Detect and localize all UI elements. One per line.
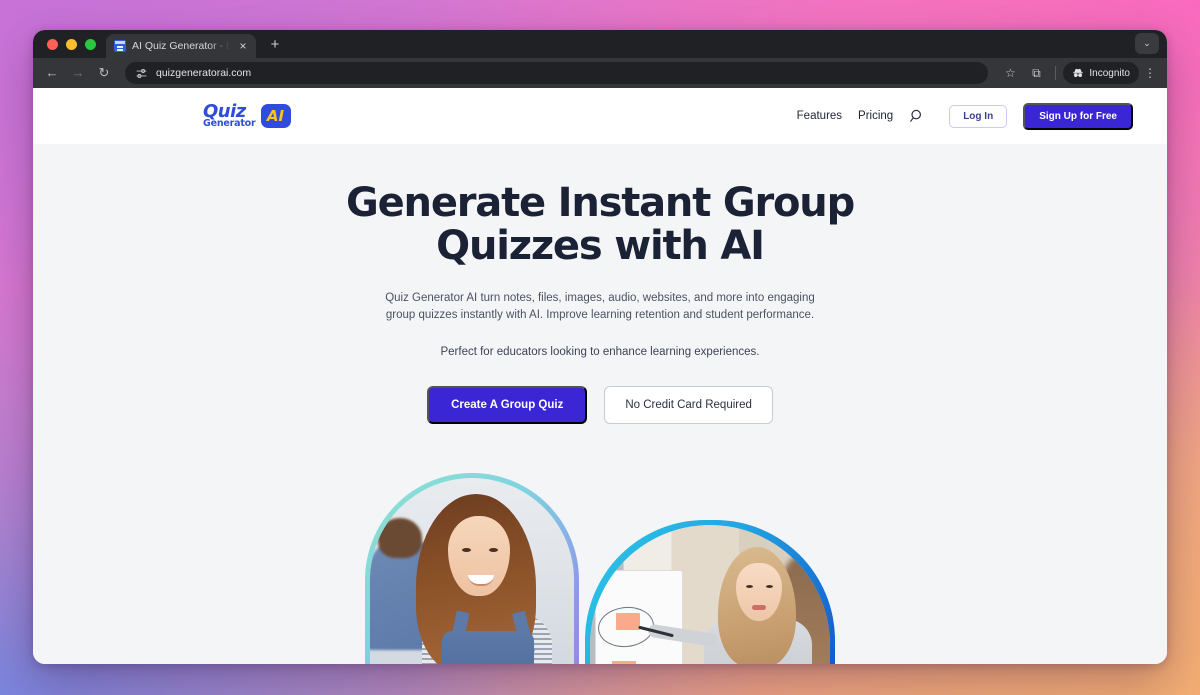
incognito-hat-icon	[1073, 68, 1084, 78]
hero-photo-teacher-image	[590, 524, 830, 664]
site-nav: Features Pricing Log In Sign Up for Free	[797, 102, 1133, 130]
logo-ai-badge: AI	[260, 104, 291, 128]
browser-toolbar: ← → ↻ quizgeneratorai.com ☆ ⧉ Incognito …	[33, 58, 1167, 88]
hero-section: Generate Instant Group Quizzes with AI Q…	[33, 144, 1167, 664]
forward-button[interactable]: →	[67, 62, 89, 84]
browser-window: AI Quiz Generator - Free AI Q × + ⌄ ← → …	[33, 30, 1167, 664]
student-overalls-shape	[442, 630, 534, 664]
site-header: Quiz Generator AI Features Pricing Log I…	[33, 88, 1167, 144]
hero-subtitle: Quiz Generator AI turn notes, files, ima…	[385, 292, 815, 322]
close-tab-icon[interactable]: ×	[236, 39, 250, 53]
new-tab-button[interactable]: +	[264, 34, 286, 56]
hero-photo-student	[365, 472, 579, 664]
toolbar-divider	[1055, 66, 1057, 80]
hero-note: Perfect for educators looking to enhance…	[440, 345, 760, 358]
back-button[interactable]: ←	[41, 62, 63, 84]
browser-tab-strip: AI Quiz Generator - Free AI Q × + ⌄	[33, 30, 1167, 58]
incognito-label: Incognito	[1089, 67, 1130, 79]
login-button[interactable]: Log In	[949, 104, 1008, 128]
teacher-eye-right	[766, 584, 773, 588]
teacher-eye-left	[746, 584, 753, 588]
incognito-indicator[interactable]: Incognito	[1063, 62, 1139, 84]
address-bar-url: quizgeneratorai.com	[156, 67, 252, 79]
sticky-note	[612, 660, 636, 664]
hero-photo-group	[33, 468, 1167, 664]
browser-tab-active[interactable]: AI Quiz Generator - Free AI Q ×	[106, 34, 256, 58]
desktop-background: AI Quiz Generator - Free AI Q × + ⌄ ← → …	[0, 0, 1200, 695]
create-group-quiz-button[interactable]: Create A Group Quiz	[427, 385, 588, 424]
reload-button[interactable]: ↻	[93, 62, 115, 84]
student-eye-right	[489, 547, 498, 552]
tab-title: AI Quiz Generator - Free AI Q	[132, 40, 230, 52]
bookmark-star-icon[interactable]: ☆	[998, 62, 1022, 84]
page-viewport: Quiz Generator AI Features Pricing Log I…	[33, 88, 1167, 664]
student-eye-left	[462, 547, 471, 552]
minimize-window-button[interactable]	[66, 39, 77, 50]
signup-button[interactable]: Sign Up for Free	[1023, 102, 1133, 130]
favicon-icon	[114, 40, 126, 52]
logo-word-generator: Generator	[203, 118, 256, 130]
hero-headline: Generate Instant Group Quizzes with AI	[345, 180, 855, 270]
logo-wordmark: Quiz Generator	[203, 103, 256, 129]
nav-link-features[interactable]: Features	[797, 110, 842, 122]
window-controls	[43, 39, 106, 58]
nav-link-pricing[interactable]: Pricing	[858, 110, 893, 122]
address-bar[interactable]: quizgeneratorai.com	[125, 62, 989, 84]
chevron-down-icon[interactable]: ⌄	[1135, 33, 1159, 54]
zoom-window-button[interactable]	[85, 39, 96, 50]
no-credit-card-button[interactable]: No Credit Card Required	[604, 385, 773, 424]
browser-menu-icon[interactable]: ⋮	[1141, 62, 1159, 84]
hero-cta-group: Create A Group Quiz No Credit Card Requi…	[33, 385, 1167, 424]
hero-photo-teacher	[585, 519, 835, 664]
teacher-lips-shape	[752, 604, 766, 610]
close-window-button[interactable]	[47, 39, 58, 50]
site-settings-icon	[136, 68, 147, 78]
hero-photo-student-image	[370, 477, 574, 664]
site-logo[interactable]: Quiz Generator AI	[203, 103, 291, 129]
split-view-icon[interactable]: ⧉	[1024, 62, 1048, 84]
search-icon[interactable]	[909, 108, 925, 124]
sticky-note	[616, 612, 640, 630]
toolbar-actions: ☆ ⧉ Incognito ⋮	[998, 62, 1159, 84]
